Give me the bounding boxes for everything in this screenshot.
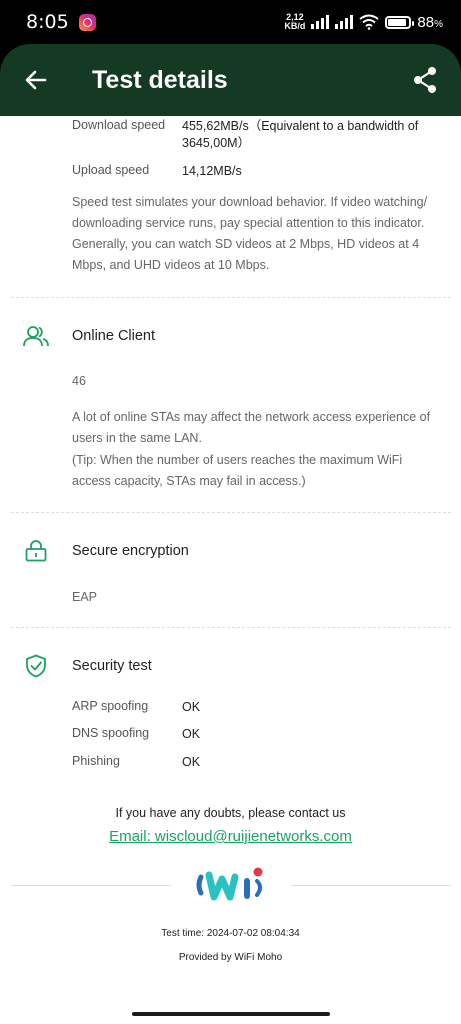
back-button[interactable] <box>0 44 72 116</box>
battery-text: 88% <box>417 14 443 31</box>
network-speed-unit: KB/d <box>284 21 306 31</box>
divider <box>291 884 451 886</box>
share-button[interactable] <box>389 44 461 116</box>
provided-by: Provided by WiFi Moho <box>178 952 283 963</box>
security-item-label: DNS spoofing <box>72 726 150 740</box>
download-speed-value: 455,62MB/s（Equivalent to a bandwidth of … <box>182 119 419 150</box>
security-item-label: Phishing <box>72 754 120 768</box>
upload-speed-label: Upload speed <box>72 163 150 177</box>
users-icon <box>23 326 49 347</box>
security-item-dns: DNS spoofing OK <box>72 726 432 743</box>
wifi-icon <box>359 14 380 30</box>
upload-speed-value: 14,12MB/s <box>182 164 242 178</box>
contact-text: If you have any doubts, please contact u… <box>115 806 346 820</box>
divider <box>11 884 171 886</box>
page-title: Test details <box>92 65 228 94</box>
contact-section: If you have any doubts, please contact u… <box>0 806 461 845</box>
online-client-count: 46 <box>72 374 86 388</box>
network-speed: 2,12 KB/d <box>284 13 305 31</box>
upload-speed-row: Upload speed 14,12MB/s <box>72 163 432 180</box>
security-item-value: OK <box>182 755 201 769</box>
security-item-label: ARP spoofing <box>72 699 149 713</box>
details-content[interactable]: Download speed 455,62MB/s（Equivalent to … <box>0 116 461 1004</box>
divider <box>11 627 451 628</box>
battery-percent-symbol: % <box>434 18 443 30</box>
online-client-tip: (Tip: When the number of users reaches t… <box>72 453 403 488</box>
security-test-title: Security test <box>72 658 152 674</box>
encryption-header: Secure encryption <box>0 536 461 566</box>
logo-row <box>11 865 451 905</box>
navigation-bar <box>0 1004 461 1024</box>
security-item-phishing: Phishing OK <box>72 754 432 771</box>
security-item-value: OK <box>182 727 201 741</box>
arrow-left-icon <box>25 70 47 90</box>
status-icons: 2,12 KB/d 88% <box>284 13 443 31</box>
instagram-icon <box>78 13 96 31</box>
divider <box>11 297 451 298</box>
download-speed-label: Download speed <box>72 118 166 132</box>
shield-check-icon <box>26 654 46 678</box>
app-bar: Test details <box>0 44 461 116</box>
home-indicator[interactable] <box>132 1012 330 1016</box>
encryption-title: Secure encryption <box>72 543 189 559</box>
online-client-header: Online Client <box>0 321 461 351</box>
speed-description: Speed test simulates your download behav… <box>72 195 428 272</box>
lock-icon <box>25 540 47 562</box>
online-client-description: A lot of online STAs may affect the netw… <box>72 410 431 445</box>
battery-percent: 88 <box>417 13 435 31</box>
security-test-header: Security test <box>0 651 461 681</box>
download-speed-row: Download speed 455,62MB/s（Equivalent to … <box>72 118 432 152</box>
test-time: Test time: 2024-07-02 08:04:34 <box>161 928 300 939</box>
encryption-value: EAP <box>72 590 98 604</box>
status-time: 8:05 <box>26 11 69 33</box>
wifi-moho-logo <box>171 865 291 905</box>
security-item-value: OK <box>182 700 201 714</box>
email-link[interactable]: Email: wiscloud@ruijienetworks.com <box>0 828 461 845</box>
share-icon <box>414 67 436 93</box>
battery-icon <box>385 15 415 29</box>
status-bar: 8:05 2,12 KB/d 88% <box>0 0 461 44</box>
divider <box>11 512 451 513</box>
signal-icon-2 <box>335 15 354 29</box>
signal-icon <box>311 15 330 29</box>
security-item-arp: ARP spoofing OK <box>72 699 432 716</box>
online-client-title: Online Client <box>72 328 156 344</box>
